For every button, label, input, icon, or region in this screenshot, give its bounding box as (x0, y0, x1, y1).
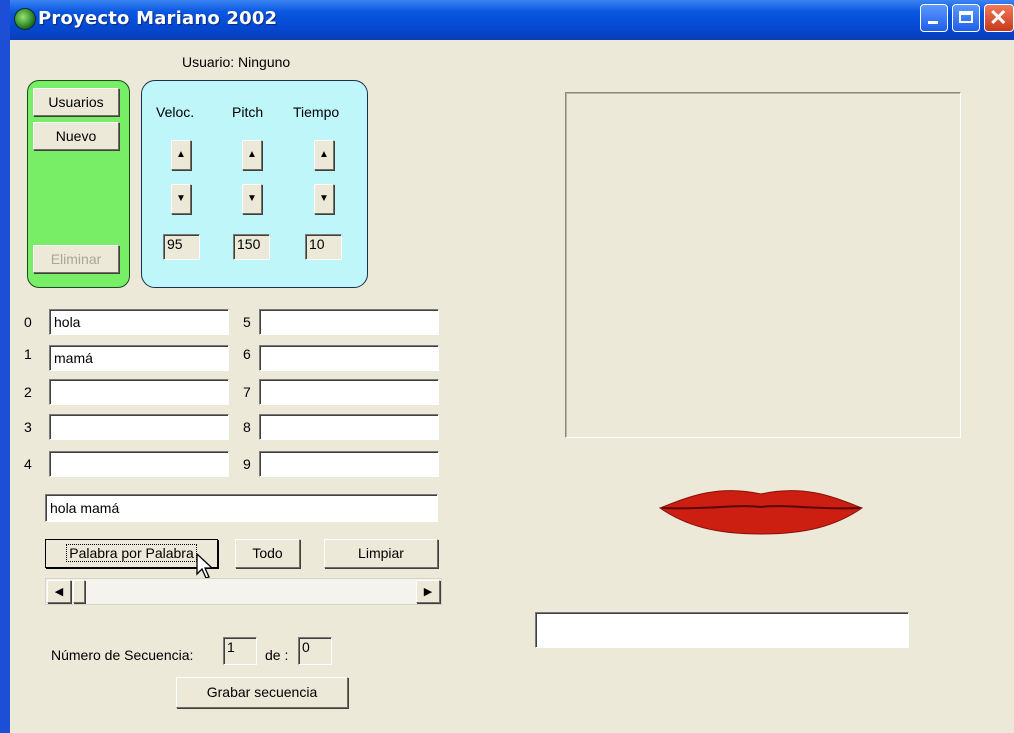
word-index-4: 4 (24, 456, 32, 472)
de-label: de : (265, 647, 289, 663)
word-index-2: 2 (24, 384, 32, 400)
sentence-field[interactable] (45, 494, 438, 522)
numero-secuencia-value: 1 (223, 637, 257, 665)
close-button[interactable]: ✕ (984, 4, 1014, 32)
word-field-9[interactable] (259, 451, 439, 477)
tiempo-up-button[interactable]: ▲ (314, 140, 334, 170)
tiempo-down-button[interactable]: ▼ (314, 184, 334, 214)
word-field-2[interactable] (49, 379, 229, 405)
word-field-0[interactable] (49, 309, 229, 335)
maximize-button[interactable] (952, 4, 980, 32)
word-index-5: 5 (243, 314, 251, 330)
minimize-button[interactable] (920, 4, 948, 32)
todo-button[interactable]: Todo (235, 539, 300, 568)
arrow-right-icon: ▶ (423, 586, 433, 598)
word-index-8: 8 (243, 419, 251, 435)
sequence-scrollbar[interactable] (45, 578, 442, 605)
arrow-up-icon: ▲ (176, 149, 186, 160)
scroll-thumb[interactable] (73, 580, 85, 603)
word-field-7[interactable] (259, 379, 439, 405)
close-icon: ✕ (989, 5, 1008, 30)
mouse-cursor-icon (196, 553, 214, 579)
maximize-icon (959, 11, 973, 23)
user-status-label: Usuario: Ninguno (182, 54, 291, 70)
word-field-4[interactable] (49, 451, 229, 477)
veloc-label: Veloc. (156, 104, 195, 120)
minimize-icon (928, 21, 938, 24)
arrow-up-icon: ▲ (247, 149, 257, 160)
word-field-8[interactable] (259, 414, 439, 440)
word-index-1: 1 (24, 346, 32, 362)
de-value: 0 (298, 637, 332, 665)
eliminar-button[interactable]: Eliminar (33, 245, 119, 273)
word-index-9: 9 (243, 456, 251, 472)
word-index-0: 0 (24, 314, 32, 330)
arrow-up-icon: ▲ (319, 149, 329, 160)
veloc-up-button[interactable]: ▲ (171, 140, 191, 170)
word-field-5[interactable] (259, 309, 439, 335)
word-field-1[interactable] (49, 345, 229, 371)
pitch-up-button[interactable]: ▲ (242, 140, 262, 170)
pitch-value: 150 (233, 234, 270, 260)
word-field-6[interactable] (259, 345, 439, 371)
arrow-down-icon: ▼ (319, 193, 329, 204)
scroll-left-button[interactable]: ◀ (47, 580, 71, 603)
window-title: Proyecto Mariano 2002 (38, 8, 278, 29)
pitch-down-button[interactable]: ▼ (242, 184, 262, 214)
limpiar-button[interactable]: Limpiar (324, 539, 438, 568)
word-index-3: 3 (24, 419, 32, 435)
lips-icon (658, 490, 864, 535)
globe-icon (14, 8, 36, 30)
word-field-3[interactable] (49, 414, 229, 440)
word-index-6: 6 (243, 346, 251, 362)
output-text-field[interactable] (535, 612, 909, 648)
arrow-left-icon: ◀ (54, 586, 64, 598)
nuevo-button[interactable]: Nuevo (33, 122, 119, 150)
word-index-7: 7 (243, 384, 251, 400)
tiempo-value: 10 (305, 234, 342, 260)
image-frame (565, 92, 961, 438)
palabra-por-palabra-button[interactable]: Palabra por Palabra (45, 539, 218, 568)
veloc-down-button[interactable]: ▼ (171, 184, 191, 214)
grabar-secuencia-button[interactable]: Grabar secuencia (176, 677, 348, 708)
usuarios-button[interactable]: Usuarios (33, 88, 119, 116)
palabra-por-palabra-label: Palabra por Palabra (66, 544, 197, 562)
pitch-label: Pitch (232, 104, 264, 120)
arrow-down-icon: ▼ (247, 193, 257, 204)
veloc-value: 95 (163, 234, 200, 260)
window-frame-left (0, 0, 10, 733)
numero-secuencia-label: Número de Secuencia: (51, 647, 194, 663)
scroll-right-button[interactable]: ▶ (416, 580, 440, 603)
arrow-down-icon: ▼ (176, 193, 186, 204)
tiempo-label: Tiempo (293, 104, 340, 120)
